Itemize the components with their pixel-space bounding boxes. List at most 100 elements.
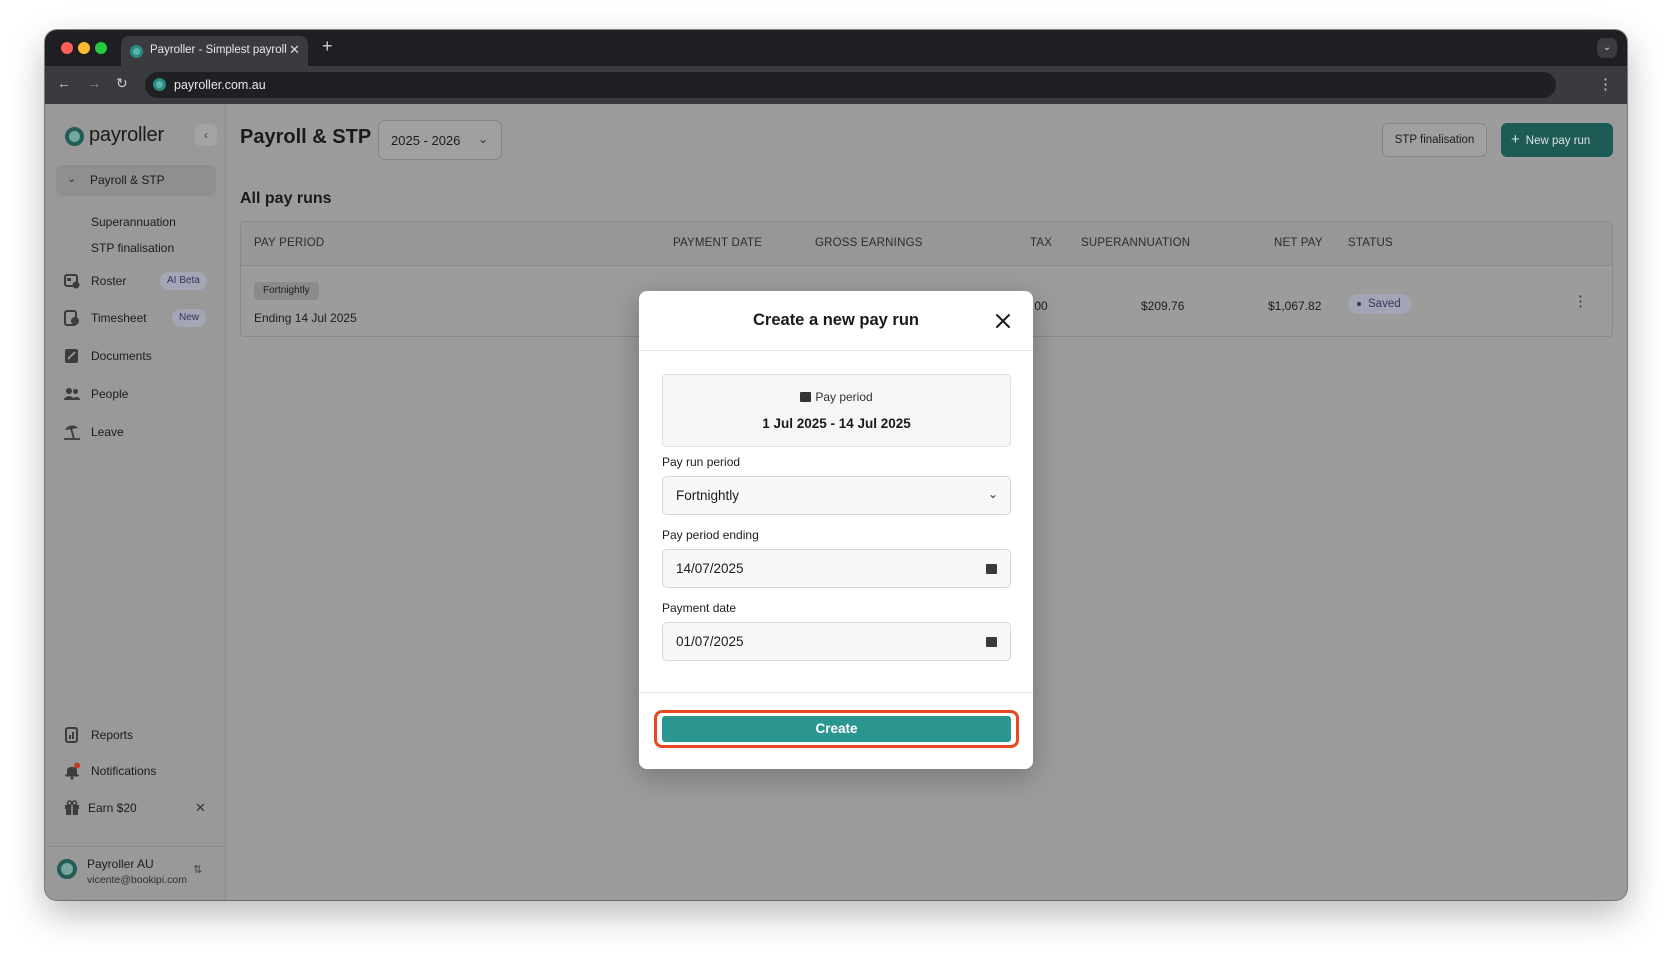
column-header: PAY PERIOD [254, 237, 325, 249]
account-email: vicente@bookipi.com [87, 874, 187, 886]
sidebar-item-timesheet[interactable]: Timesheet New [45, 306, 226, 332]
sidebar-item-earn[interactable]: Earn $20 ✕ [45, 796, 226, 822]
browser-menu-icon[interactable]: ⋮ [1598, 75, 1613, 93]
sidebar-item-people[interactable]: People [45, 382, 226, 408]
sidebar-item-label: Leave [91, 425, 124, 439]
site-info-icon[interactable] [153, 78, 166, 91]
section-title: All pay runs [240, 190, 332, 207]
forward-icon[interactable]: → [87, 75, 101, 91]
avatar [57, 859, 77, 879]
account-name: Payroller AU [87, 857, 154, 871]
financial-year-select[interactable]: 2025 - 2026 ⌄ [378, 120, 502, 160]
pay-period-summary: Pay period 1 Jul 2025 - 14 Jul 2025 [662, 374, 1011, 447]
sidebar-item-payroll-stp[interactable]: ⌄ Payroll & STP [56, 165, 216, 196]
documents-icon [65, 349, 78, 363]
back-icon[interactable]: ← [57, 75, 71, 91]
new-badge: New [172, 309, 207, 327]
create-button[interactable]: Create [662, 716, 1011, 742]
pay-period-range: 1 Jul 2025 - 14 Jul 2025 [762, 416, 911, 431]
address-bar[interactable]: payroller.com.au [145, 72, 1556, 98]
browser-tab[interactable]: Payroller - Simplest payroll software ✕ [121, 36, 308, 66]
new-pay-run-button[interactable]: + New pay run [1501, 123, 1613, 157]
pay-run-period-select[interactable]: Fortnightly ⌄ [662, 476, 1011, 515]
close-icon[interactable] [991, 309, 1015, 333]
sidebar-item-label: Roster [91, 274, 127, 288]
sidebar-item-documents[interactable]: Documents [45, 344, 226, 370]
favicon-icon [130, 45, 143, 58]
sidebar-item-superannuation[interactable]: Superannuation [91, 215, 176, 229]
browser-tabbar: Payroller - Simplest payroll software ✕ … [45, 30, 1627, 66]
chevron-up-down-icon: ⇅ [193, 864, 203, 876]
window-minimize-button[interactable] [78, 42, 90, 54]
payment-date-value: 01/07/2025 [676, 634, 744, 649]
pay-period-ending-value: 14/07/2025 [676, 561, 744, 576]
pay-run-period-label: Pay run period [662, 455, 741, 469]
column-header: GROSS EARNINGS [815, 237, 923, 249]
pay-period-ending-input[interactable]: 14/07/2025 [662, 549, 1011, 588]
sidebar-item-label: People [91, 387, 129, 401]
browser-toolbar: ← → ↻ payroller.com.au ⋮ [45, 66, 1627, 104]
chevron-down-icon: ⌄ [478, 132, 489, 146]
new-tab-icon[interactable]: + [322, 36, 333, 57]
year-value: 2025 - 2026 [391, 133, 461, 148]
modal-title: Create a new pay run [753, 311, 919, 329]
dismiss-earn-icon[interactable]: ✕ [195, 800, 206, 816]
sidebar-item-stp-finalisation[interactable]: STP finalisation [91, 241, 174, 255]
calendar-icon[interactable] [986, 637, 997, 647]
pay-period-ending-label: Pay period ending [662, 528, 759, 542]
collapse-sidebar-button[interactable]: ‹ [195, 124, 217, 146]
pay-period-label: Pay period [663, 390, 1010, 404]
tax-value: .00 [1031, 299, 1048, 313]
pay-run-period-value: Fortnightly [676, 488, 740, 503]
browser-window: Payroller - Simplest payroll software ✕ … [45, 30, 1627, 900]
sidebar-item-label: Payroll & STP [90, 173, 165, 187]
status-badge: Saved [1348, 294, 1411, 314]
column-header: PAYMENT DATE [673, 237, 763, 249]
pay-period-label-text: Pay period [815, 390, 873, 404]
sidebar-item-label: Reports [91, 728, 134, 742]
reload-icon[interactable]: ↻ [116, 75, 128, 92]
page-title: Payroll & STP [240, 126, 372, 148]
gift-icon [65, 800, 79, 815]
reports-icon [65, 727, 78, 743]
logo-text: payroller [89, 124, 164, 146]
leave-icon [64, 425, 80, 440]
column-header: NET PAY [1274, 237, 1323, 249]
url-text: payroller.com.au [174, 78, 266, 92]
chevron-down-icon: ⌄ [67, 173, 77, 185]
account-switcher[interactable]: Payroller AU vicente@bookipi.com ⇅ [45, 846, 226, 900]
table-header: PAY PERIOD PAYMENT DATE GROSS EARNINGS T… [241, 222, 1612, 266]
stp-finalisation-button[interactable]: STP finalisation [1382, 123, 1487, 157]
column-header: STATUS [1348, 237, 1393, 249]
new-pay-run-label: New pay run [1525, 135, 1591, 147]
calendar-icon [800, 392, 812, 402]
plus-icon: + [1511, 131, 1520, 148]
payment-date-input[interactable]: 01/07/2025 [662, 622, 1011, 661]
roster-icon [64, 274, 80, 289]
ai-beta-badge: AI Beta [160, 272, 207, 290]
sidebar-item-label: Timesheet [91, 311, 147, 325]
sidebar-item-label: Documents [91, 349, 152, 363]
sidebar-item-leave[interactable]: Leave [45, 420, 226, 446]
sidebar-item-roster[interactable]: Roster AI Beta [45, 269, 226, 295]
sidebar-item-notifications[interactable]: Notifications [45, 759, 226, 785]
calendar-icon[interactable] [986, 564, 997, 574]
window-zoom-button[interactable] [95, 42, 107, 54]
timesheet-icon [64, 310, 79, 326]
close-tab-icon[interactable]: ✕ [289, 42, 300, 58]
tab-search-icon[interactable]: ⌄ [1597, 38, 1617, 58]
frequency-chip: Fortnightly [254, 282, 319, 300]
column-header: SUPERANNUATION [1081, 237, 1191, 249]
create-pay-run-modal: Create a new pay run Pay period 1 Jul 20… [639, 291, 1033, 769]
sidebar-item-label: Notifications [91, 764, 157, 778]
app-content: payroller ‹ ⌄ Payroll & STP Superannuati… [45, 104, 1627, 900]
payment-date-label: Payment date [662, 601, 737, 615]
period-ending: Ending 14 Jul 2025 [254, 311, 357, 325]
more-options-icon[interactable]: ⋮ [1573, 292, 1588, 310]
sidebar-item-label: Earn $20 [88, 801, 137, 815]
sidebar: payroller ‹ ⌄ Payroll & STP Superannuati… [45, 104, 226, 900]
window-close-button[interactable] [61, 42, 73, 54]
sidebar-item-reports[interactable]: Reports [45, 723, 226, 749]
logo-mark-icon [65, 127, 84, 146]
column-header: TAX [1030, 237, 1053, 249]
